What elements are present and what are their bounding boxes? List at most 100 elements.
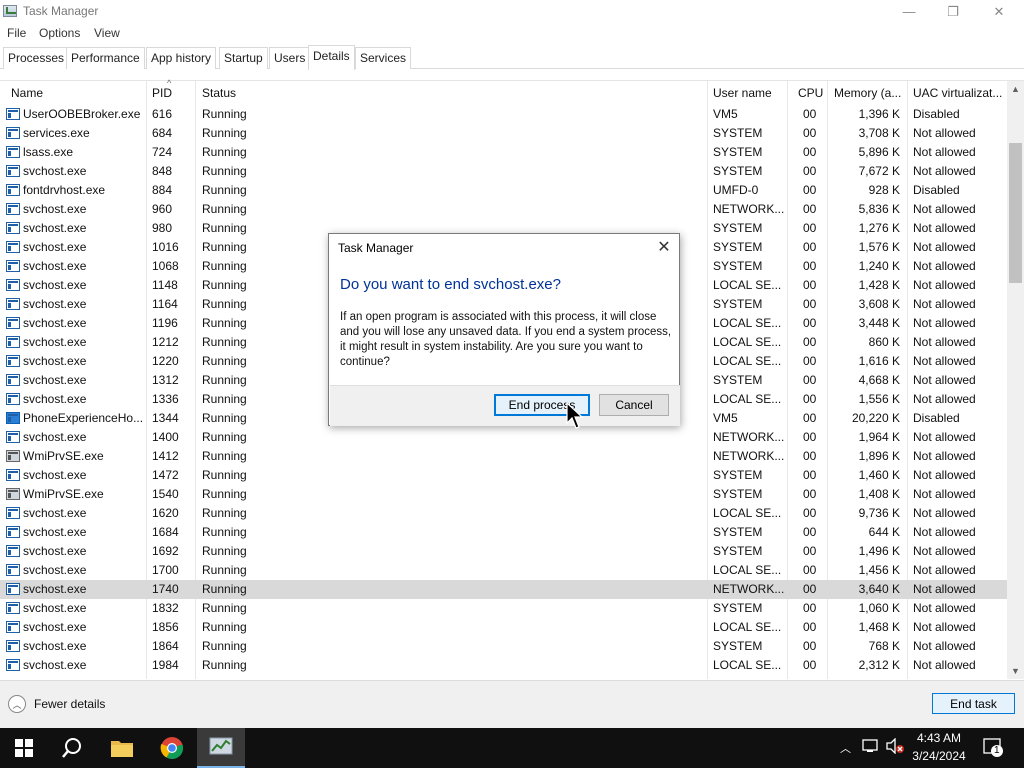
cell-uac: Not allowed	[913, 563, 976, 577]
dialog-close-icon[interactable]: ✕	[653, 237, 675, 257]
speaker-muted-icon[interactable]	[885, 737, 905, 757]
cell-cpu: 00	[803, 126, 817, 140]
cell-cpu: 00	[803, 411, 817, 425]
table-row[interactable]: UserOOBEBroker.exe 616 Running VM5 00 1,396 K…	[0, 105, 1007, 124]
cell-pid: 1164	[152, 297, 178, 311]
cell-memory: 1,896 K	[858, 449, 900, 463]
tab-users[interactable]: Users	[269, 47, 311, 69]
cell-pid: 1196	[152, 316, 178, 330]
process-icon	[6, 393, 20, 405]
table-row[interactable]: svchost.exe 960 Running NETWORK... 00 5,836 K…	[0, 200, 1007, 219]
table-row[interactable]: svchost.exe 1620 Running LOCAL SE... 00 9,736…	[0, 504, 1007, 523]
col-header-memory[interactable]: Memory (a...	[834, 86, 901, 100]
task-manager-taskbar-icon[interactable]	[197, 728, 245, 768]
table-row[interactable]: WmiPrvSE.exe 1540 Running SYSTEM 00 1,408 K No…	[0, 485, 1007, 504]
cell-status: Running	[202, 449, 247, 463]
cell-name: svchost.exe	[23, 601, 87, 615]
process-icon	[6, 469, 20, 481]
table-row[interactable]: svchost.exe 1984 Running LOCAL SE... 00 2,312…	[0, 656, 1007, 675]
table-row[interactable]: svchost.exe 1400 Running NETWORK... 00 1,964 …	[0, 428, 1007, 447]
cell-user: SYSTEM	[713, 525, 763, 539]
table-row[interactable]: svchost.exe 1692 Running SYSTEM 00 1,496 K Not…	[0, 542, 1007, 561]
network-icon[interactable]	[861, 738, 879, 757]
end-process-dialog: Task Manager ✕ Do you want to end svchos…	[328, 233, 680, 426]
cell-pid: 1412	[152, 449, 179, 463]
cell-pid: 1400	[152, 430, 179, 444]
search-icon[interactable]	[48, 728, 96, 768]
cell-status: Running	[202, 297, 247, 311]
col-header-uac[interactable]: UAC virtualizat...	[913, 86, 1002, 100]
restore-button[interactable]: ❐	[930, 0, 976, 23]
table-row[interactable]: svchost.exe 1856 Running LOCAL SE... 00 1,468…	[0, 618, 1007, 637]
cell-cpu: 00	[803, 221, 817, 235]
minimize-button[interactable]: —	[886, 0, 932, 23]
cell-pid: 684	[152, 126, 173, 140]
fewer-details-link[interactable]: Fewer details	[34, 697, 105, 711]
table-row[interactable]: svchost.exe 1472 Running SYSTEM 00 1,460 K Not…	[0, 466, 1007, 485]
tab-details[interactable]: Details	[308, 45, 355, 70]
cell-user: LOCAL SE...	[713, 563, 782, 577]
tab-performance[interactable]: Performance	[66, 47, 145, 69]
chevron-up-icon[interactable]: ︿	[8, 695, 26, 713]
process-icon	[6, 127, 20, 139]
scroll-thumb[interactable]	[1009, 143, 1022, 283]
cell-memory: 644 K	[868, 525, 900, 539]
cell-name: svchost.exe	[23, 620, 87, 634]
tab-services[interactable]: Services	[355, 47, 412, 69]
chevron-up-icon[interactable]: ︿	[840, 740, 851, 756]
col-header-name[interactable]: Name	[11, 86, 43, 100]
table-row[interactable]: svchost.exe 1740 Running NETWORK... 00 3,640 …	[0, 580, 1007, 599]
table-row[interactable]: lsass.exe 724 Running SYSTEM 00 5,896 K Not al…	[0, 143, 1007, 162]
process-icon	[6, 374, 20, 386]
col-header-user[interactable]: User name	[713, 86, 772, 100]
table-row[interactable]: services.exe 684 Running SYSTEM 00 3,708 K Not…	[0, 124, 1007, 143]
taskbar-clock-time[interactable]: 4:43 AM	[903, 731, 975, 745]
windows-start-icon[interactable]	[0, 728, 48, 768]
cell-uac: Not allowed	[913, 297, 976, 311]
cell-status: Running	[202, 145, 247, 159]
end-task-button[interactable]: End task	[932, 693, 1015, 714]
scroll-down-icon[interactable]: ▼	[1007, 663, 1024, 679]
cell-pid: 1220	[152, 354, 179, 368]
tab-processes[interactable]: Processes	[3, 47, 70, 69]
col-header-pid[interactable]: PID	[152, 86, 172, 100]
menu-view[interactable]: View	[94, 26, 120, 40]
notification-icon[interactable]: 1	[982, 736, 1004, 758]
table-row[interactable]: svchost.exe 1700 Running LOCAL SE... 00 1,456…	[0, 561, 1007, 580]
cell-memory: 1,556 K	[858, 392, 900, 406]
cell-uac: Disabled	[913, 183, 960, 197]
cell-pid: 848	[152, 164, 173, 178]
cell-pid: 616	[152, 107, 173, 121]
cell-pid: 1864	[152, 639, 179, 653]
cell-status: Running	[202, 259, 247, 273]
cell-user: SYSTEM	[713, 639, 763, 653]
close-button[interactable]: ✕	[976, 0, 1022, 23]
cell-name: svchost.exe	[23, 430, 87, 444]
table-row[interactable]: svchost.exe 1832 Running SYSTEM 00 1,060 K Not…	[0, 599, 1007, 618]
file-explorer-icon[interactable]	[98, 728, 146, 768]
tab-app-history[interactable]: App history	[146, 47, 217, 69]
table-row[interactable]: WmiPrvSE.exe 1412 Running NETWORK... 00 1,896…	[0, 447, 1007, 466]
cell-status: Running	[202, 107, 247, 121]
process-icon	[6, 165, 20, 177]
col-header-cpu[interactable]: CPU	[798, 86, 823, 100]
chrome-icon[interactable]	[148, 728, 196, 768]
cancel-button[interactable]: Cancel	[599, 394, 669, 416]
cell-user: NETWORK...	[713, 430, 785, 444]
table-row[interactable]: svchost.exe 1864 Running SYSTEM 00 768 K Not a…	[0, 637, 1007, 656]
cell-user: SYSTEM	[713, 164, 763, 178]
cell-uac: Not allowed	[913, 620, 976, 634]
tab-startup[interactable]: Startup	[219, 47, 268, 69]
cell-memory: 3,608 K	[858, 297, 900, 311]
taskbar-clock-date[interactable]: 3/24/2024	[903, 749, 975, 763]
menu-file[interactable]: File	[7, 26, 26, 40]
table-row[interactable]: svchost.exe 848 Running SYSTEM 00 7,672 K Not …	[0, 162, 1007, 181]
menu-options[interactable]: Options	[39, 26, 80, 40]
scroll-up-icon[interactable]: ▲	[1007, 81, 1024, 97]
cell-name: svchost.exe	[23, 354, 87, 368]
col-header-status[interactable]: Status	[202, 86, 236, 100]
table-row[interactable]: fontdrvhost.exe 884 Running UMFD-0 00 928 K Di…	[0, 181, 1007, 200]
cell-uac: Not allowed	[913, 126, 976, 140]
cell-status: Running	[202, 620, 247, 634]
table-row[interactable]: svchost.exe 1684 Running SYSTEM 00 644 K Not a…	[0, 523, 1007, 542]
